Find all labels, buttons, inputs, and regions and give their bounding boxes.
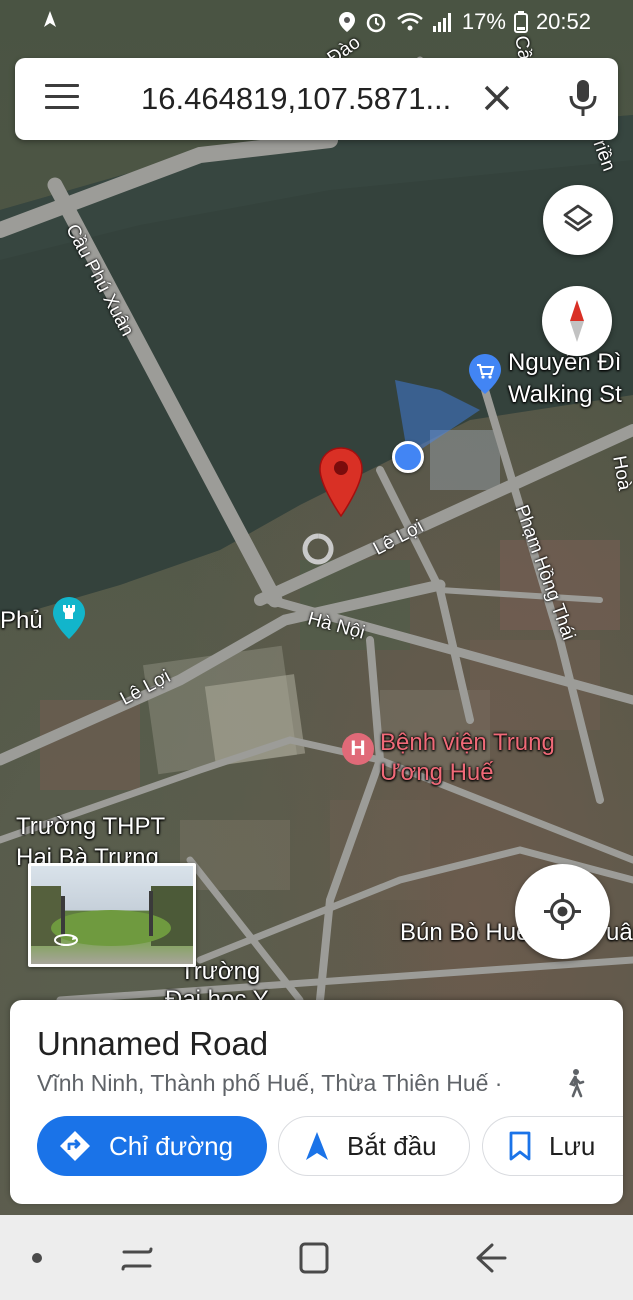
hamburger-icon — [45, 84, 79, 87]
battery-percent: 17% — [461, 9, 506, 34]
hospital-icon: H — [342, 733, 374, 765]
signal-icon — [432, 13, 451, 32]
status-bar: 17% 20:52 — [0, 0, 633, 44]
wifi-icon — [397, 12, 423, 31]
navigation-arrow-icon — [306, 1132, 328, 1160]
save-button[interactable]: Lưu — [482, 1116, 623, 1176]
directions-icon — [60, 1131, 90, 1161]
directions-label: Chỉ đường — [109, 1130, 234, 1161]
directions-button[interactable]: Chỉ đường — [37, 1116, 267, 1176]
poi-walking-street-label-2: Walking St — [508, 381, 622, 408]
save-label: Lưu — [549, 1130, 596, 1161]
search-input[interactable]: 16.464819,107.5871... — [141, 80, 471, 118]
search-bar[interactable]: 16.464819,107.5871... — [15, 58, 618, 140]
start-label: Bắt đầu — [347, 1130, 437, 1161]
voice-search-button[interactable] — [563, 76, 603, 120]
close-icon — [484, 85, 510, 111]
shopping-cart-icon — [469, 354, 501, 394]
poi-hospital-label-2: Ương Huế — [380, 759, 494, 786]
layers-icon — [563, 204, 593, 232]
alarm-icon — [366, 13, 386, 33]
home-icon[interactable] — [298, 1241, 330, 1275]
street-view-thumbnail[interactable] — [28, 863, 196, 967]
compass-icon — [570, 300, 584, 342]
current-location-dot — [392, 441, 424, 473]
dropped-pin-icon[interactable] — [318, 446, 364, 518]
place-address: Vĩnh Ninh, Thành phố Huế, Thừa Thiên Huế… — [37, 1070, 503, 1096]
nav-dot-button[interactable] — [32, 1253, 42, 1263]
recent-apps-icon[interactable] — [120, 1243, 154, 1275]
poi-hospital-label-1: Bệnh viện Trung — [380, 729, 555, 756]
place-title: Unnamed Road — [37, 1025, 269, 1062]
menu-button[interactable] — [45, 84, 79, 114]
battery-icon — [513, 11, 528, 33]
poi-restaurant-label: Bún Bò Huế — [400, 919, 530, 946]
rotate-360-icon — [54, 934, 78, 946]
poi-restaurant-label-tail: uân — [606, 919, 633, 946]
my-location-icon — [544, 893, 581, 930]
location-icon — [338, 12, 355, 32]
microphone-icon — [569, 80, 597, 116]
start-button[interactable]: Bắt đầu — [278, 1116, 470, 1176]
back-icon[interactable] — [474, 1241, 508, 1275]
clear-search-button[interactable] — [477, 78, 517, 118]
landmark-tower-icon — [53, 597, 85, 639]
poi-phu-label: Phủ — [0, 607, 43, 634]
notification-icon — [42, 9, 58, 37]
my-location-button[interactable] — [515, 864, 610, 959]
system-navigation-bar — [0, 1215, 633, 1300]
walking-icon — [569, 1069, 585, 1098]
street-view-pegman-icon — [302, 533, 334, 565]
street-view-image — [31, 886, 193, 946]
layers-button[interactable] — [543, 185, 613, 255]
compass-button[interactable] — [542, 286, 612, 356]
poi-school-label-1: Trường THPT — [16, 813, 166, 840]
clock: 20:52 — [535, 9, 591, 34]
place-sheet[interactable]: Unnamed Road Vĩnh Ninh, Thành phố Huế, T… — [10, 1000, 623, 1204]
bookmark-icon — [509, 1131, 531, 1161]
